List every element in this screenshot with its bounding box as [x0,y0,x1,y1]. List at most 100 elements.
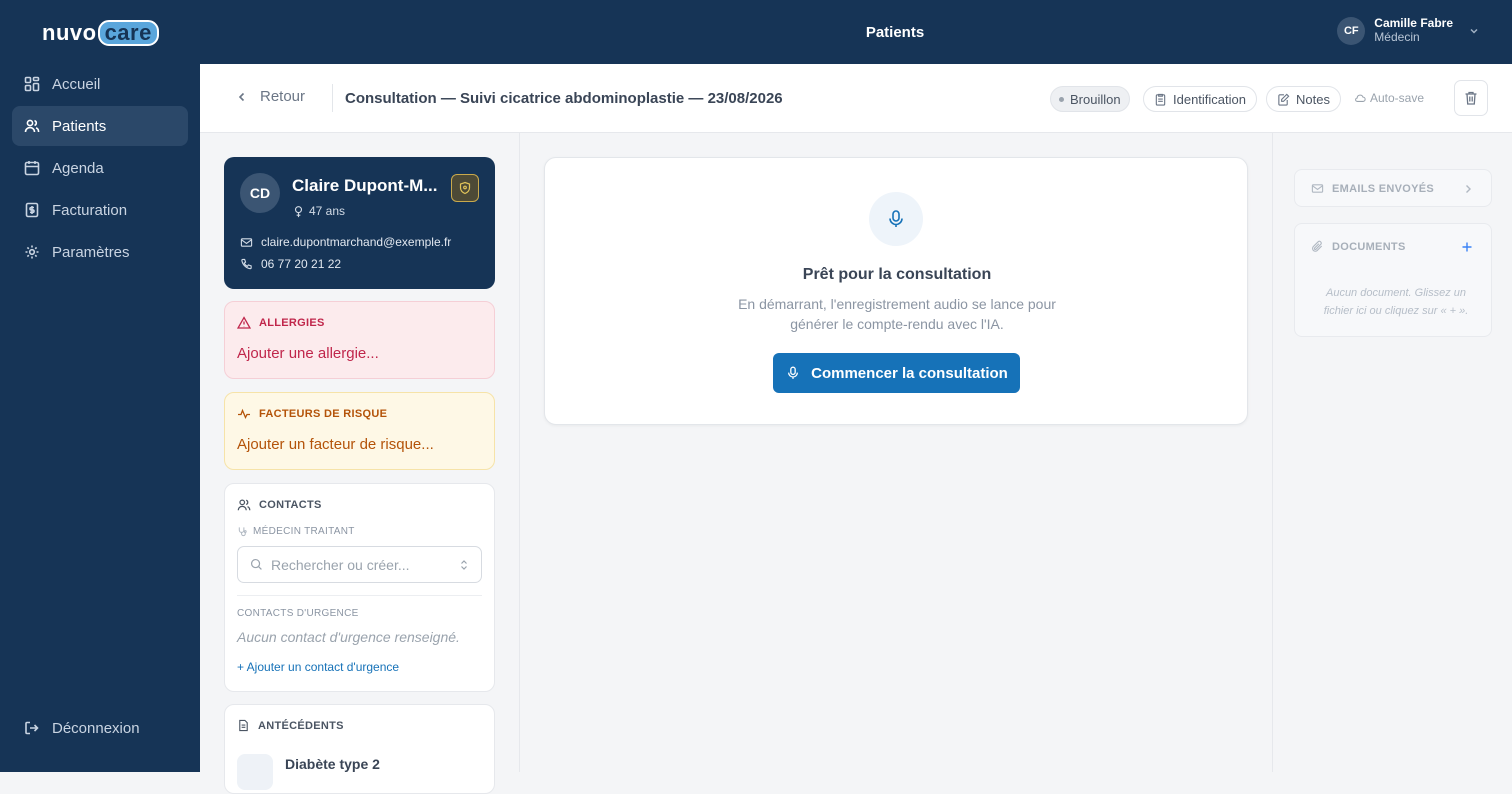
mail-icon [240,237,253,247]
back-label: Retour [260,88,306,105]
patient-name: Claire Dupont-M... [292,176,438,195]
mic-badge [869,192,923,246]
user-menu[interactable]: CF Camille Fabre Médecin [1337,16,1480,45]
emergency-empty-text: Aucun contact d'urgence renseigné. [237,629,460,645]
stethoscope-icon [238,527,247,537]
user-name: Camille Fabre [1374,16,1453,30]
calendar-icon [24,161,40,176]
ready-title: Prêt pour la consultation [802,266,992,283]
sidebar-item-accueil[interactable]: Accueil [12,64,188,104]
allergies-header: ALLERGIES [237,316,325,330]
risk-factors-card: FACTEURS DE RISQUE Ajouter un facteur de… [224,392,495,470]
notes-button[interactable]: Notes [1266,86,1341,112]
header-divider [332,84,333,112]
sidebar-item-facturation[interactable]: Facturation [12,190,188,230]
patient-email-text: claire.dupontmarchand@exemple.fr [261,235,452,249]
delete-button[interactable] [1454,80,1488,116]
patient-phone-text: 06 77 20 21 22 [261,257,342,271]
users-icon [237,499,251,511]
activity-icon [238,408,250,420]
sidebar-item-patients[interactable]: Patients [12,106,188,146]
patient-card[interactable]: CD Claire Dupont-M... 47 ans claire.dupo… [224,157,495,289]
history-item-label[interactable]: Diabète type 2 [285,756,380,772]
sidebar-item-agenda[interactable]: Agenda [12,148,188,188]
sidebar-item-label: Accueil [52,75,101,93]
invoice-icon [25,202,39,218]
allergies-title: ALLERGIES [259,317,325,329]
add-allergy-link[interactable]: Ajouter une allergie... [237,345,379,362]
consultation-title: Consultation — Suivi cicatrice abdominop… [345,90,783,107]
documents-dropzone[interactable]: Aucun document. Glissez un fichier ici o… [1311,284,1481,320]
contacts-header: CONTACTS [237,498,322,512]
start-consultation-label: Commencer la consultation [811,364,1008,382]
history-card: ANTÉCÉDENTS Diabète type 2 [224,704,495,794]
user-role: Médecin [1374,30,1420,44]
autosave-indicator: Auto-save [1354,91,1424,105]
chevron-down-icon [1470,28,1478,34]
back-button[interactable]: Retour [236,88,305,105]
allergies-card: ALLERGIES Ajouter une allergie... [224,301,495,379]
history-item-icon [237,754,273,790]
sidebar-item-label: Patients [52,117,107,135]
contacts-divider [237,595,482,596]
phone-icon [241,258,252,269]
documents-section: DOCUMENTS Aucun document. Glissez un fic… [1294,223,1492,337]
gear-icon [25,245,39,259]
identification-button[interactable]: Identification [1143,86,1257,112]
chevron-right-icon [1466,185,1471,193]
emails-sent-section[interactable]: EMAILS ENVOYÉS [1294,169,1492,207]
mail-icon [1311,184,1324,193]
sidebar-item-parametres[interactable]: Paramètres [12,232,188,272]
chevron-updown-icon [461,559,467,570]
doctor-search-input[interactable]: Rechercher ou créer... [237,546,482,583]
sidebar: Accueil Patients Agenda Facturation Para… [0,64,200,772]
sidebar-item-label: Agenda [52,159,104,177]
warning-icon [237,316,251,329]
microphone-icon [889,210,903,227]
logout-icon [25,721,39,735]
documents-title: DOCUMENTS [1332,240,1406,253]
paperclip-icon [1312,240,1323,252]
status-badge: Brouillon [1050,86,1130,112]
documents-header: DOCUMENTS [1311,240,1406,253]
document-icon [239,719,248,732]
emergency-contacts-label: CONTACTS D'URGENCE [237,608,359,619]
patient-panel: CD Claire Dupont-M... 47 ans claire.dupo… [200,133,520,794]
add-document-icon[interactable] [1461,241,1473,253]
dashboard-icon [24,76,40,92]
shield-icon [459,181,471,195]
top-bar-title: Patients [865,24,925,41]
search-icon [250,558,262,570]
contacts-title: CONTACTS [259,499,322,511]
consultation-start-card: Prêt pour la consultation En démarrant, … [544,157,1248,425]
history-title: ANTÉCÉDENTS [258,719,344,732]
microphone-icon [788,366,799,379]
doctor-search-placeholder: Rechercher ou créer... [271,556,410,573]
treating-doctor-text: MÉDECIN TRAITANT [253,526,355,537]
add-risk-factor-link[interactable]: Ajouter un facteur de risque... [237,436,434,453]
top-bar: nuvo care Patients CF Camille Fabre Méde… [0,0,1512,64]
patient-phone[interactable]: 06 77 20 21 22 [240,257,341,271]
contacts-card: CONTACTS MÉDECIN TRAITANT Rechercher ou … [224,483,495,692]
shield-button[interactable] [451,174,479,202]
ready-description: En démarrant, l'enregistrement audio se … [738,296,1056,332]
treating-doctor-label: MÉDECIN TRAITANT [237,526,355,537]
sidebar-item-label: Facturation [52,201,128,219]
clipboard-icon [1155,93,1166,106]
female-icon [294,205,303,217]
patient-age-label: 47 ans [309,204,346,218]
emails-header: EMAILS ENVOYÉS [1311,182,1434,195]
patient-email[interactable]: claire.dupontmarchand@exemple.fr [240,235,451,249]
patient-avatar: CD [240,173,280,213]
note-edit-icon [1278,93,1290,106]
users-icon [24,119,40,133]
side-panel: EMAILS ENVOYÉS DOCUMENTS Aucun document.… [1272,133,1512,772]
status-dot [1059,96,1064,102]
identification-label: Identification [1173,91,1246,107]
risk-factors-header: FACTEURS DE RISQUE [237,407,387,421]
add-emergency-contact-link[interactable]: + Ajouter un contact d'urgence [237,660,399,674]
logout-button[interactable]: Déconnexion [12,708,188,748]
logout-label: Déconnexion [52,719,140,737]
start-consultation-button[interactable]: Commencer la consultation [773,353,1020,393]
autosave-label: Auto-save [1370,91,1425,105]
